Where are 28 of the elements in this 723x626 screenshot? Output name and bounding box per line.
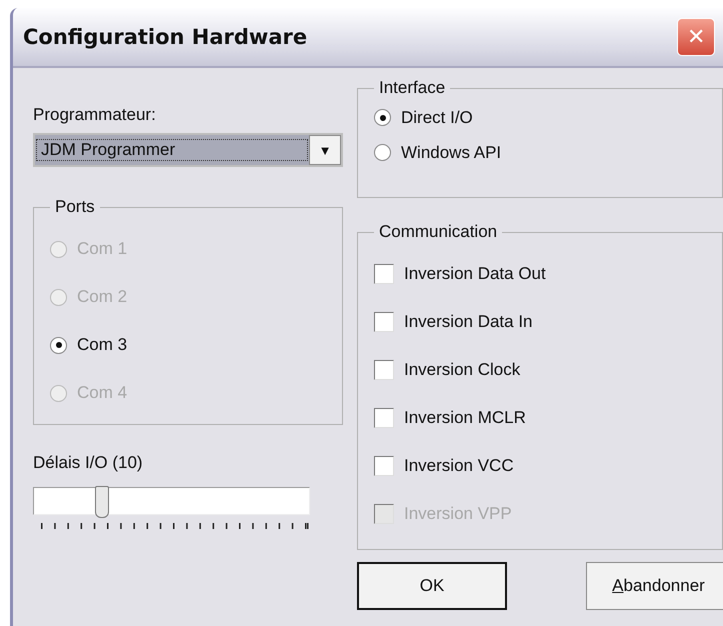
checkbox-label[interactable]: Inversion Clock <box>404 360 520 380</box>
radio-label[interactable]: Windows API <box>401 142 502 162</box>
delay-label: Délais I/O (10) <box>33 453 144 473</box>
checkbox[interactable] <box>374 264 394 284</box>
checkbox-label[interactable]: Inversion Data Out <box>404 264 546 284</box>
checkbox[interactable] <box>374 456 394 476</box>
ok-button[interactable]: OK <box>357 562 507 610</box>
programmer-label: Programmateur: <box>33 105 157 125</box>
radio-label[interactable]: Direct I/O <box>401 108 473 128</box>
checkbox[interactable] <box>374 360 394 380</box>
radio-label[interactable]: Com 3 <box>77 335 128 355</box>
programmer-dropdown[interactable]: JDM Programmer ▼ <box>33 133 343 167</box>
group-title: Interface <box>378 78 446 98</box>
delay-slider[interactable] <box>33 487 310 515</box>
window-title: Configuration Hardware <box>23 25 308 49</box>
checkbox-label[interactable]: Inversion Data In <box>404 312 533 332</box>
group-title: Ports <box>54 197 96 217</box>
checkbox[interactable] <box>374 312 394 332</box>
radio-button[interactable] <box>50 336 67 354</box>
slider-thumb[interactable] <box>94 486 109 518</box>
cancel-button[interactable]: Abandonner <box>586 562 723 610</box>
radio-button[interactable] <box>374 144 391 161</box>
group-title: Communication <box>378 222 498 242</box>
radio-button[interactable] <box>374 109 391 126</box>
dropdown-arrow-button[interactable]: ▼ <box>309 135 341 165</box>
checkbox[interactable] <box>374 408 394 428</box>
checkbox-label[interactable]: Inversion VCC <box>404 456 514 476</box>
checkbox-label[interactable]: Inversion MCLR <box>404 408 526 428</box>
